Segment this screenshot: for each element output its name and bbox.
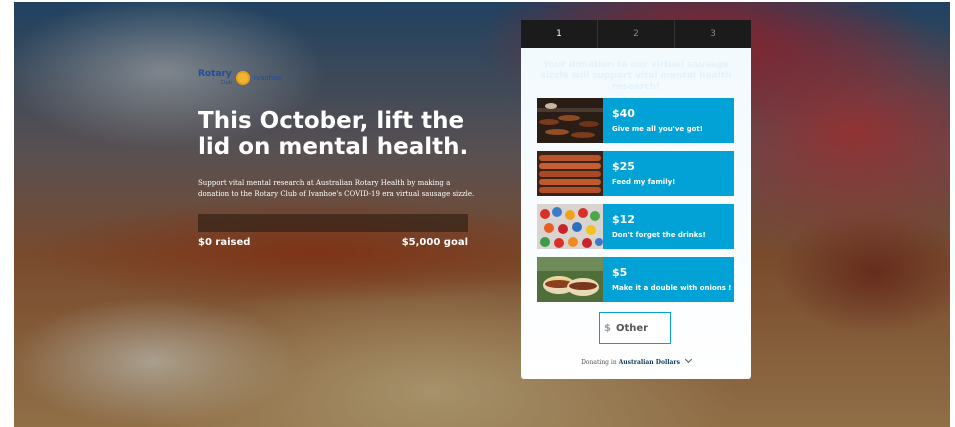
brand-sub: Club xyxy=(220,80,232,86)
currency-name: Australian Dollars xyxy=(618,359,680,366)
tier-text: $5 Make it a double with onions ! xyxy=(603,257,732,302)
currency-selector[interactable]: Donating in Australian Dollars xyxy=(521,355,751,366)
donation-heading: Your donation to our virtual sausage siz… xyxy=(540,60,732,92)
tier-text: $12 Don't forget the drinks! xyxy=(603,204,706,249)
step-tab-1[interactable]: 1 xyxy=(521,20,597,48)
hero-background xyxy=(14,2,950,427)
step-tab-3[interactable]: 3 xyxy=(674,20,751,48)
drinks-image xyxy=(537,204,603,249)
tier-text: $40 Give me all you've got! xyxy=(603,98,703,143)
rotary-wordmark: Rotary Club xyxy=(198,69,232,87)
tier-amount: $25 xyxy=(612,160,635,173)
hero-overlay xyxy=(14,2,950,427)
rotary-wheel-icon xyxy=(235,71,250,85)
chevron-down-icon[interactable] xyxy=(684,355,692,364)
campaign-description: Support vital mental research at Austral… xyxy=(198,179,475,198)
step-tabs: 1 2 3 xyxy=(521,20,751,48)
amount-raised: $0 raised xyxy=(198,237,251,248)
rotary-logo: Rotary Club Ivanhoe xyxy=(198,69,282,87)
donation-panel: 1 2 3 Your donation to our virtual sausa… xyxy=(521,20,751,379)
other-amount-field[interactable]: $ xyxy=(599,312,671,344)
sausages-on-grill-image xyxy=(537,98,603,143)
sausages-image xyxy=(537,151,603,196)
tier-amount: $12 xyxy=(612,213,635,226)
donation-tier-5[interactable]: $5 Make it a double with onions ! xyxy=(537,257,734,302)
step-tab-2[interactable]: 2 xyxy=(597,20,674,48)
tier-text: $25 Feed my family! xyxy=(603,151,675,196)
brand-location: Ivanhoe xyxy=(253,74,282,82)
other-amount-input[interactable] xyxy=(613,321,670,335)
currency-prefix: Donating in xyxy=(581,359,617,366)
tier-label: Give me all you've got! xyxy=(612,125,703,133)
page-title: This October, lift the lid on mental hea… xyxy=(198,108,469,160)
dollar-sign: $ xyxy=(604,322,611,334)
tier-amount: $5 xyxy=(612,266,628,279)
fundraising-progress-bar xyxy=(198,214,468,232)
page: Rotary Club Ivanhoe This October, lift t… xyxy=(0,0,955,427)
fundraising-goal: $5,000 goal xyxy=(401,237,468,248)
donation-tier-25[interactable]: $25 Feed my family! xyxy=(537,151,734,196)
tier-label: Feed my family! xyxy=(612,178,676,186)
tier-label: Make it a double with onions ! xyxy=(612,284,732,292)
donation-tiers: $40 Give me all you've got! $25 Feed my … xyxy=(537,98,734,310)
tier-amount: $40 xyxy=(612,107,635,120)
brand-name: Rotary xyxy=(198,69,232,79)
tier-label: Don't forget the drinks! xyxy=(612,231,706,239)
donation-tier-40[interactable]: $40 Give me all you've got! xyxy=(537,98,734,143)
donation-tier-12[interactable]: $12 Don't forget the drinks! xyxy=(537,204,734,249)
sausage-sandwich-image xyxy=(537,257,603,302)
